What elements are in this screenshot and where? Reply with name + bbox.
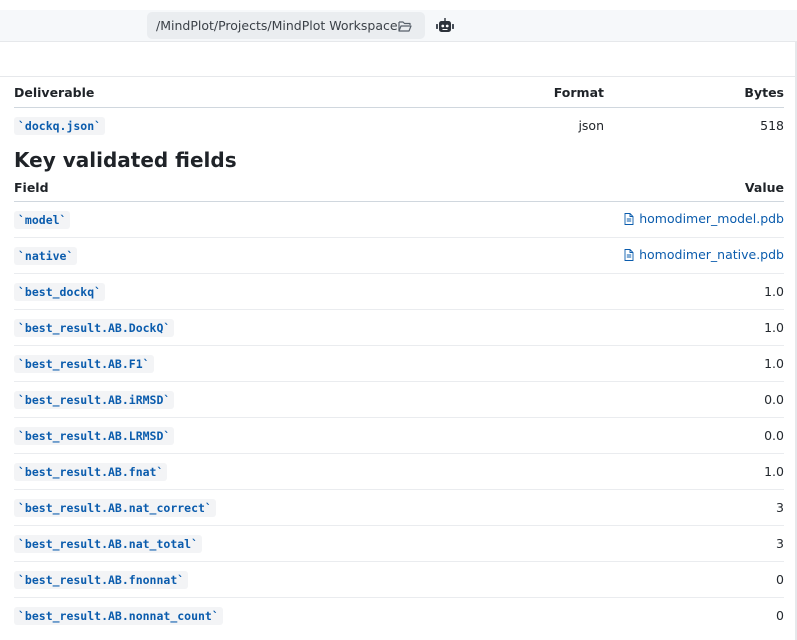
table-row: `model` homodimer_model.pdb (14, 201, 784, 238)
value-cell: 0 (776, 608, 784, 623)
toolbar: /MindPlot/Projects/MindPlot Workspace (0, 10, 797, 42)
robot-icon[interactable] (435, 16, 455, 36)
value-cell: 1.0 (484, 345, 784, 382)
file-icon (624, 212, 634, 225)
value-cell: 1.0 (484, 309, 784, 346)
field-cell: `best_result.AB.fnat` (14, 453, 484, 490)
field-name: `best_result.AB.LRMSD` (14, 427, 175, 445)
field-cell: `best_dockq` (14, 273, 484, 310)
field-cell: `model` (14, 201, 484, 238)
table-row: `best_result.AB.nat_total` 3 (14, 525, 784, 562)
field-name: `best_result.AB.DockQ` (14, 319, 175, 337)
value-cell: 0.0 (484, 417, 784, 454)
file-link-native[interactable]: homodimer_native.pdb (624, 247, 784, 262)
field-cell: `best_result.AB.nonnat_count` (14, 598, 484, 634)
field-cell: `best_result.AB.nat_correct` (14, 489, 484, 526)
value-cell: homodimer_model.pdb (484, 201, 784, 238)
field-name: `best_result.AB.nonnat_count` (14, 607, 223, 625)
value-cell: 0.0 (484, 381, 784, 418)
column-header-deliverable[interactable]: Deliverable (14, 77, 494, 108)
file-link-label: homodimer_native.pdb (639, 247, 784, 263)
table-row: `best_result.AB.nonnat_count` 0 (14, 598, 784, 634)
table-row: `dockq.json` json 518 (14, 108, 784, 144)
field-name: `best_result.AB.fnonnat` (14, 571, 189, 589)
deliverables-table: Deliverable Format Bytes `dockq.json` js… (14, 77, 784, 143)
column-header-value[interactable]: Value (484, 174, 784, 202)
section-heading: Key validated fields (14, 148, 237, 172)
column-header-format[interactable]: Format (494, 77, 604, 108)
table-row: `best_result.AB.fnat` 1.0 (14, 453, 784, 490)
file-link-label: homodimer_model.pdb (639, 211, 784, 227)
field-name: `best_result.AB.fnat` (14, 463, 168, 481)
deliverable-name[interactable]: `dockq.json` (14, 117, 106, 135)
file-icon (624, 248, 634, 261)
field-cell: `best_result.AB.fnonnat` (14, 561, 484, 598)
field-cell: `native` (14, 237, 484, 274)
field-name: `best_result.AB.nat_total` (14, 535, 203, 553)
value-cell: 1.0 (484, 273, 784, 310)
table-row: `best_result.AB.nat_correct` 3 (14, 489, 784, 526)
table-row: `native` homodimer_native.pdb (14, 237, 784, 274)
field-cell: `best_result.AB.DockQ` (14, 309, 484, 346)
field-name: `best_dockq` (14, 283, 106, 301)
deliverables-header-row: Deliverable Format Bytes (14, 77, 784, 108)
value-cell: 1.0 (484, 453, 784, 490)
deliverable-cell: `dockq.json` (14, 108, 494, 144)
table-row: `best_result.AB.LRMSD` 0.0 (14, 417, 784, 454)
workspace-path: /MindPlot/Projects/MindPlot Workspace (156, 18, 398, 33)
top-strip (0, 0, 797, 10)
value-cell: 0 (484, 561, 784, 598)
field-cell: `best_result.AB.iRMSD` (14, 381, 484, 418)
key-fields-header-row: Field Value (14, 174, 784, 202)
folder-open-icon[interactable] (398, 20, 412, 32)
key-fields-table: Field Value `model` homodimer_model.pdb … (14, 174, 784, 633)
field-name: `best_result.AB.F1` (14, 355, 154, 373)
table-row: `best_dockq` 1.0 (14, 273, 784, 310)
workspace-path-pill[interactable]: /MindPlot/Projects/MindPlot Workspace (147, 12, 425, 39)
value-cell: 3 (484, 489, 784, 526)
main-content: Deliverable Format Bytes `dockq.json` js… (14, 77, 784, 633)
bytes-cell: 518 (760, 118, 784, 133)
field-name: `model` (14, 211, 71, 229)
table-row: `best_result.AB.iRMSD` 0.0 (14, 381, 784, 418)
format-cell: json (578, 118, 604, 133)
file-link-model[interactable]: homodimer_model.pdb (624, 211, 784, 226)
column-header-field[interactable]: Field (14, 174, 484, 202)
field-cell: `best_result.AB.nat_total` (14, 525, 484, 562)
secondary-bar (0, 42, 797, 77)
field-cell: `best_result.AB.LRMSD` (14, 417, 484, 454)
field-name: `native` (14, 247, 78, 265)
table-row: `best_result.AB.DockQ` 1.0 (14, 309, 784, 346)
field-name: `best_result.AB.nat_correct` (14, 499, 216, 517)
column-header-bytes[interactable]: Bytes (604, 77, 784, 108)
value-cell: 3 (484, 525, 784, 562)
field-name: `best_result.AB.iRMSD` (14, 391, 175, 409)
value-cell: homodimer_native.pdb (484, 237, 784, 274)
table-row: `best_result.AB.fnonnat` 0 (14, 561, 784, 598)
table-row: `best_result.AB.F1` 1.0 (14, 345, 784, 382)
field-cell: `best_result.AB.F1` (14, 345, 484, 382)
